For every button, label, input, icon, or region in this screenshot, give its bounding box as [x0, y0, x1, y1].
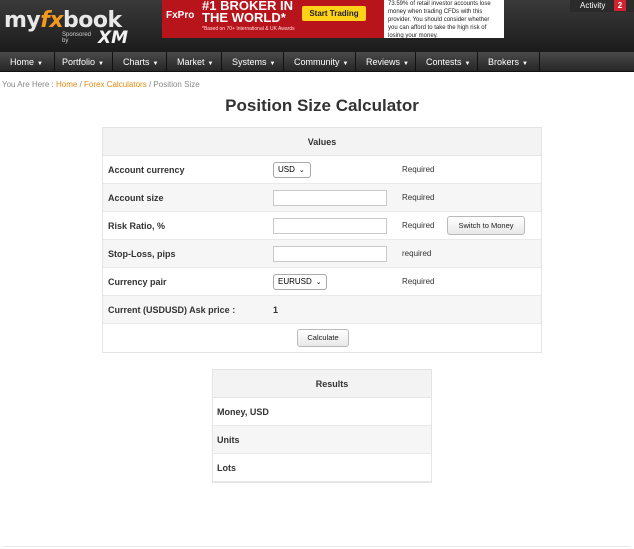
breadcrumb: You Are Here : Home / Forex Calculators … — [2, 80, 200, 89]
required-note: Required — [402, 277, 435, 286]
stop-loss-input[interactable] — [273, 246, 387, 262]
nav-item-brokers[interactable]: Brokers ▼ — [478, 52, 540, 72]
nav-label: Charts — [123, 57, 150, 67]
row-risk-ratio: Risk Ratio, % Required Switch to Money — [103, 212, 541, 240]
calculator-form: Values Account currency USD ⌄ Required Ac… — [102, 127, 542, 353]
site-header: myfxbook Sponsored by XM FxPro #1 BROKER… — [0, 0, 634, 52]
ask-price-value: 1 — [273, 305, 279, 315]
breadcrumb-current: Position Size — [153, 80, 200, 89]
logo-text-my: my — [4, 8, 41, 33]
ad-brand: FxPro — [166, 10, 195, 21]
nav-label: Systems — [232, 57, 267, 67]
ad-red-panel: FxPro #1 BROKER IN THE WORLD* *Based on … — [162, 0, 384, 38]
nav-label: Brokers — [488, 57, 520, 67]
chevron-down-icon: ▼ — [152, 61, 159, 67]
chevron-down-icon: ▼ — [98, 61, 104, 67]
row-ask-price: Current (USDUSD) Ask price : 1 — [103, 296, 541, 324]
activity-count-badge: 2 — [614, 0, 626, 11]
account-size-input[interactable] — [273, 190, 387, 206]
chevron-down-icon: ▼ — [207, 61, 214, 67]
breadcrumb-separator: / — [148, 80, 152, 89]
page-title: Position Size Calculator — [225, 96, 419, 115]
values-header: Values — [103, 128, 541, 156]
risk-ratio-input[interactable] — [273, 218, 387, 234]
chevron-down-icon: ▼ — [522, 61, 528, 67]
activity-label: Activity — [580, 1, 606, 10]
nav-item-contests[interactable]: Contests ▼ — [416, 52, 478, 72]
required-note: Required — [402, 193, 435, 202]
account-currency-select[interactable]: USD ⌄ — [273, 162, 311, 178]
nav-label: Portfolio — [62, 57, 96, 67]
nav-label: Reviews — [366, 57, 401, 67]
nav-item-systems[interactable]: Systems ▼ — [222, 52, 284, 72]
chevron-down-icon: ▼ — [342, 61, 349, 67]
result-row-units: Units — [213, 426, 431, 454]
main-nav: Home ▼ Portfolio ▼ Charts ▼ Market ▼ Systems… — [0, 52, 634, 72]
required-note: required — [402, 249, 432, 258]
chevron-down-icon: ▼ — [269, 61, 276, 67]
breadcrumb-prefix: You Are Here : — [2, 80, 54, 89]
switch-to-money-button[interactable]: Switch to Money — [447, 216, 525, 235]
logo-text-fx: fx — [40, 8, 64, 33]
nav-label: Market — [177, 57, 205, 67]
row-stop-loss: Stop-Loss, pips required — [103, 240, 541, 268]
risk-ratio-label: Risk Ratio, % — [108, 221, 166, 231]
row-account-currency: Account currency USD ⌄ Required — [103, 156, 541, 184]
nav-item-community[interactable]: Community ▼ — [284, 52, 356, 72]
chevron-down-icon: ▼ — [37, 61, 43, 67]
ad-banner[interactable]: FxPro #1 BROKER IN THE WORLD* *Based on … — [162, 0, 504, 38]
result-row-lots: Lots — [213, 454, 431, 482]
row-currency-pair: Currency pair EURUSD ⌄ Required — [103, 268, 541, 296]
breadcrumb-home-link[interactable]: Home — [56, 80, 77, 89]
row-calculate: Calculate — [103, 324, 541, 352]
breadcrumb-separator: / — [79, 80, 82, 89]
nav-label: Home — [10, 57, 35, 67]
calculate-button[interactable]: Calculate — [297, 329, 349, 347]
nav-label: Community — [294, 57, 340, 67]
currency-pair-select[interactable]: EURUSD ⌄ — [273, 274, 327, 290]
chevron-down-icon: ⌄ — [315, 279, 322, 286]
required-note: Required — [402, 221, 435, 230]
nav-label: Contests — [426, 57, 462, 67]
sponsor-label: Sponsored by — [62, 32, 92, 44]
breadcrumb-forex-calculators-link[interactable]: Forex Calculators — [84, 80, 147, 89]
chevron-down-icon: ⌄ — [298, 167, 305, 174]
chevron-down-icon: ▼ — [403, 61, 409, 67]
account-currency-value: USD — [278, 165, 295, 174]
ad-subline: *Based on 70+ International & UK Awards — [202, 26, 295, 32]
ad-headline: #1 BROKER IN THE WORLD* — [202, 0, 294, 25]
nav-item-market[interactable]: Market ▼ — [167, 52, 222, 72]
currency-pair-label: Currency pair — [108, 277, 167, 287]
stop-loss-label: Stop-Loss, pips — [108, 249, 176, 259]
account-currency-label: Account currency — [108, 165, 185, 175]
divider — [4, 546, 630, 547]
currency-pair-value: EURUSD — [278, 277, 312, 286]
chevron-down-icon: ▼ — [464, 61, 471, 67]
sponsor-logo[interactable]: XM — [98, 28, 128, 48]
nav-item-home[interactable]: Home ▼ — [0, 52, 55, 72]
page: myfxbook Sponsored by XM FxPro #1 BROKER… — [0, 0, 634, 549]
required-note: Required — [402, 165, 435, 174]
result-row-money: Money, USD — [213, 398, 431, 426]
activity-menu[interactable]: Activity 2 — [570, 0, 634, 12]
ask-price-label: Current (USDUSD) Ask price : — [108, 305, 236, 315]
nav-item-charts[interactable]: Charts ▼ — [113, 52, 167, 72]
ad-risk-warning: 73.59% of retail investor accounts lose … — [388, 1, 491, 38]
results-header: Results — [213, 370, 431, 398]
results-table: Results Money, USD Units Lots — [212, 369, 432, 483]
nav-item-portfolio[interactable]: Portfolio ▼ — [55, 52, 113, 72]
ad-cta-button[interactable]: Start Trading — [302, 6, 366, 21]
row-account-size: Account size Required — [103, 184, 541, 212]
nav-item-reviews[interactable]: Reviews ▼ — [356, 52, 416, 72]
account-size-label: Account size — [108, 193, 164, 203]
